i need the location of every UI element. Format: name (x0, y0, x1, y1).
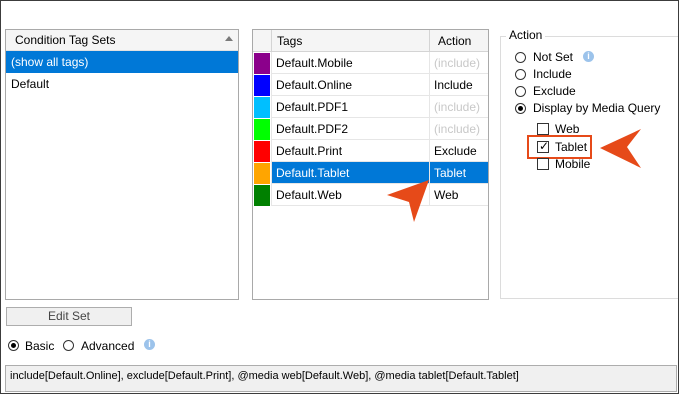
set-item-label: Default (11, 77, 50, 91)
set-item-default[interactable]: Default (6, 73, 238, 95)
radio-basic[interactable] (8, 340, 19, 351)
tag-color-swatch (254, 119, 270, 140)
radio-exclude[interactable] (515, 86, 526, 97)
radio-label-basic[interactable]: Basic (25, 339, 54, 353)
checkbox-label-web[interactable]: Web (555, 122, 579, 136)
tag-action: Exclude (434, 144, 477, 158)
tag-action: Tablet (434, 166, 467, 180)
callout-arrow-icon (600, 129, 641, 168)
condition-tag-sets-list[interactable]: Condition Tag Sets (show all tags) Defau… (5, 29, 239, 300)
tag-color-swatch (254, 97, 270, 118)
tag-row-online[interactable]: Default.Online Include (253, 74, 488, 96)
tag-action-cell[interactable]: (include) (429, 96, 488, 118)
tag-action-cell[interactable]: (include) (429, 52, 488, 74)
edit-set-button[interactable]: Edit Set (6, 307, 132, 326)
tag-name: Default.Print (276, 144, 343, 158)
radio-include[interactable] (515, 69, 526, 80)
tag-name-cell[interactable]: Default.Online (271, 74, 429, 96)
tag-action: (include) (434, 100, 481, 114)
callout-arrow-icon (387, 180, 429, 222)
tag-color-swatch (254, 163, 270, 184)
tag-color-swatch (254, 185, 270, 206)
tag-row-print[interactable]: Default.Print Exclude (253, 140, 488, 162)
tag-action: (include) (434, 56, 481, 70)
checkbox-web[interactable] (537, 123, 549, 135)
set-item-show-all[interactable]: (show all tags) (6, 51, 238, 73)
radio-not-set[interactable] (515, 52, 526, 63)
tag-color-swatch (254, 75, 270, 96)
tag-action-cell[interactable]: Web (429, 184, 488, 206)
tag-action-cell[interactable]: Include (429, 74, 488, 96)
tag-row-web[interactable]: Default.Web Web (253, 184, 488, 206)
tag-name: Default.Mobile (276, 56, 353, 70)
radio-label-include[interactable]: Include (533, 67, 572, 81)
tag-action-cell[interactable]: Tablet (429, 162, 488, 184)
radio-label-media-query[interactable]: Display by Media Query (533, 101, 660, 115)
tablet-highlight-box (527, 135, 592, 159)
tag-color-swatch (254, 141, 270, 162)
action-group-title: Action (506, 28, 546, 42)
radio-label-advanced[interactable]: Advanced (81, 339, 134, 353)
tags-table-header: Tags Action (253, 30, 488, 52)
tag-action-cell[interactable]: (include) (429, 118, 488, 140)
radio-label-not-set[interactable]: Not Set (533, 50, 573, 64)
tag-action: (include) (434, 122, 481, 136)
tag-name: Default.Tablet (276, 166, 350, 180)
tag-name: Default.Web (276, 188, 342, 202)
tag-row-pdf1[interactable]: Default.PDF1 (include) (253, 96, 488, 118)
tag-row-pdf2[interactable]: Default.PDF2 (include) (253, 118, 488, 140)
sets-header-label: Condition Tag Sets (15, 33, 116, 47)
sets-list-header[interactable]: Condition Tag Sets (6, 30, 238, 51)
expression-text: include[Default.Online], exclude[Default… (10, 370, 519, 382)
tag-action: Include (434, 78, 473, 92)
tag-name-cell[interactable]: Default.PDF2 (271, 118, 429, 140)
radio-display-by-media-query[interactable] (515, 103, 526, 114)
tag-action: Web (434, 188, 459, 202)
header-divider (271, 30, 272, 51)
info-icon[interactable]: i (144, 339, 155, 350)
tag-name: Default.Online (276, 78, 353, 92)
tag-name-cell[interactable]: Default.PDF1 (271, 96, 429, 118)
checkbox-label-mobile[interactable]: Mobile (555, 157, 590, 171)
tag-action-cell[interactable]: Exclude (429, 140, 488, 162)
sort-up-icon[interactable] (225, 36, 233, 41)
expression-field[interactable]: include[Default.Online], exclude[Default… (5, 365, 677, 392)
info-icon[interactable]: i (583, 51, 594, 62)
column-header-action[interactable]: Action (438, 34, 471, 48)
header-divider (429, 30, 430, 51)
tag-name-cell[interactable]: Default.Mobile (271, 52, 429, 74)
tags-table[interactable]: Tags Action Default.Mobile (include) Def… (252, 29, 489, 300)
tag-row-mobile[interactable]: Default.Mobile (include) (253, 52, 488, 74)
tag-name: Default.PDF2 (276, 122, 349, 136)
radio-label-exclude[interactable]: Exclude (533, 84, 576, 98)
tag-name: Default.PDF1 (276, 100, 349, 114)
column-header-tags[interactable]: Tags (277, 34, 302, 48)
tag-row-tablet[interactable]: Default.Tablet Tablet (253, 162, 488, 184)
radio-advanced[interactable] (63, 340, 74, 351)
set-item-label: (show all tags) (11, 55, 89, 69)
checkbox-mobile[interactable] (537, 158, 549, 170)
tag-name-cell[interactable]: Default.Print (271, 140, 429, 162)
tag-color-swatch (254, 53, 270, 74)
